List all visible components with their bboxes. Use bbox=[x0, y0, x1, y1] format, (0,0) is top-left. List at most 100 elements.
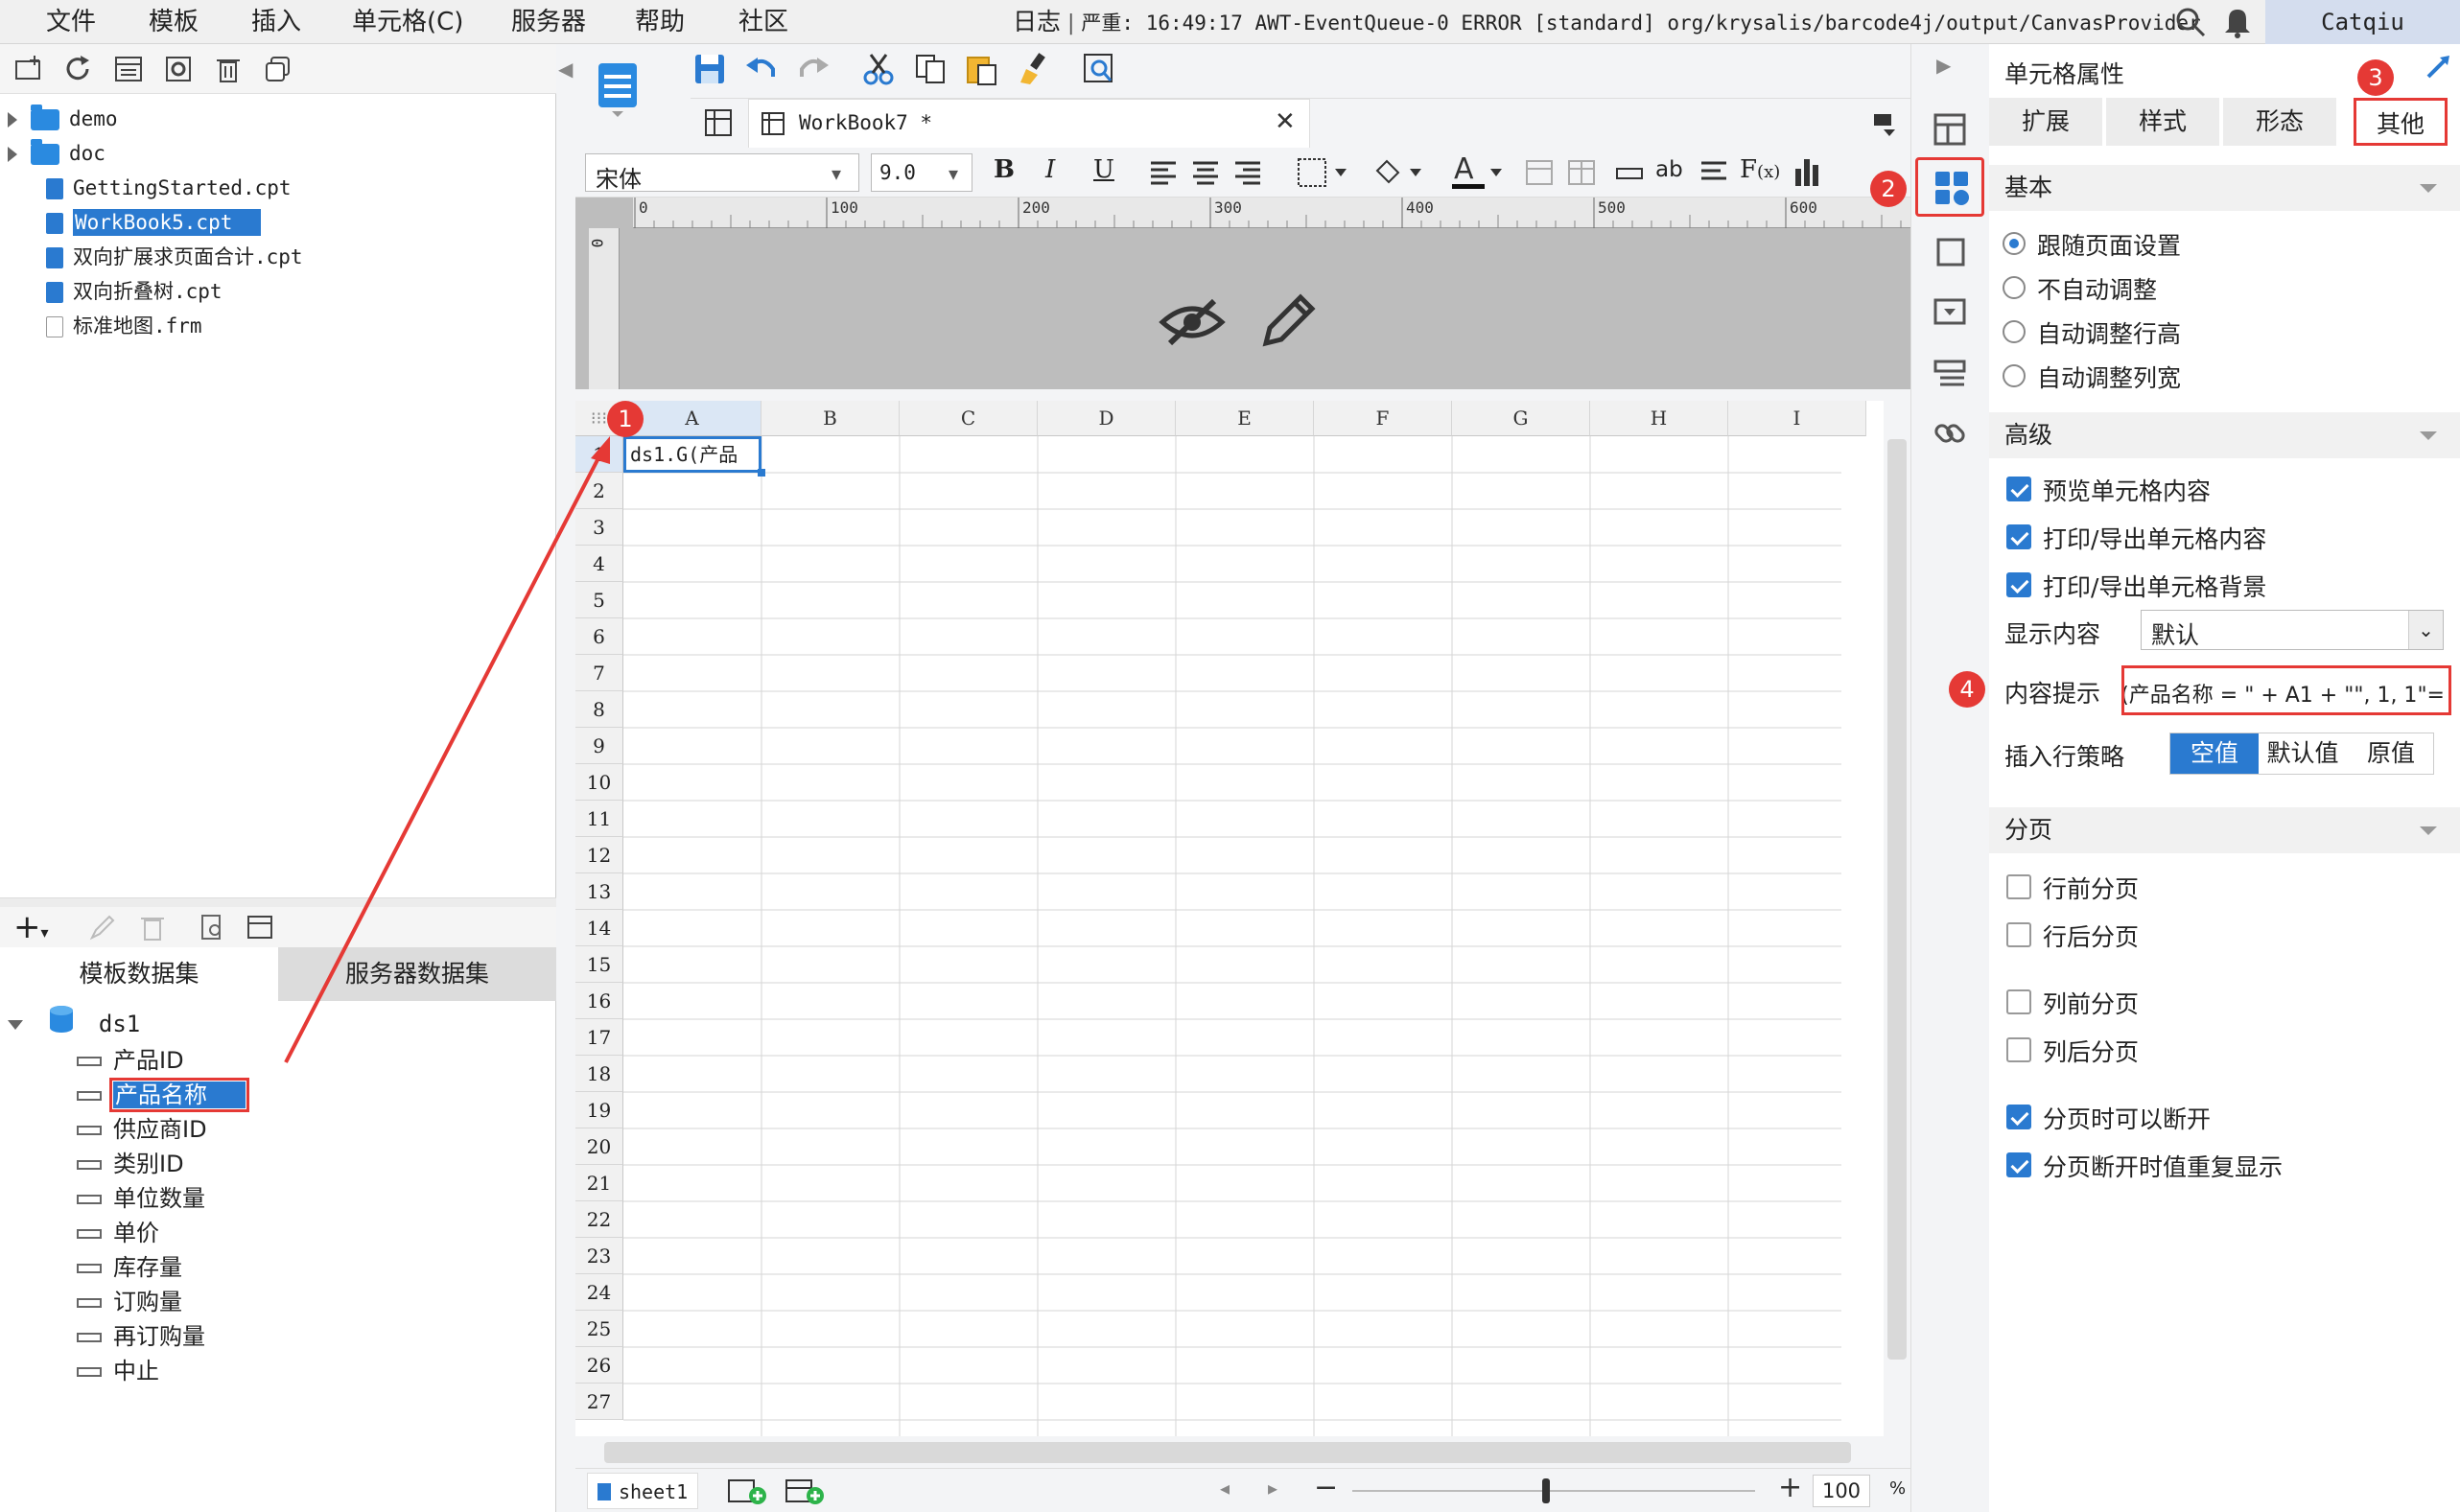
expand-right-icon[interactable]: ▶ bbox=[1936, 54, 1951, 77]
column-header-f[interactable]: F bbox=[1314, 401, 1452, 436]
tooltip-formula-input[interactable]: ="产品名称 = " + A1 + "", 1, 1) bbox=[2121, 665, 2451, 715]
zoom-slider-thumb[interactable] bbox=[1542, 1478, 1550, 1503]
cell-props-button[interactable] bbox=[1915, 157, 1984, 217]
preview-find-icon[interactable] bbox=[1082, 52, 1116, 86]
tab-other[interactable]: 其他 bbox=[2354, 98, 2448, 146]
field-item[interactable]: 订购量 bbox=[77, 1285, 545, 1319]
field-item[interactable]: 供应商ID bbox=[77, 1112, 545, 1147]
add-dashboard-sheet-icon[interactable] bbox=[785, 1477, 827, 1505]
check-break-before-row[interactable] bbox=[2006, 874, 2031, 899]
new-folder-icon[interactable] bbox=[13, 54, 44, 84]
tree-item-bidirectional-tree[interactable]: 双向折叠树.cpt bbox=[8, 274, 545, 309]
log-area[interactable]: 日志 | 严重: 16:49:17 AWT-EventQueue-0 ERROR… bbox=[1013, 0, 2201, 44]
fill-handle[interactable] bbox=[758, 469, 765, 477]
split-cell-icon[interactable] bbox=[1567, 159, 1596, 186]
cell-area[interactable]: ds1.G(产品 bbox=[623, 436, 1841, 1436]
row-header[interactable]: 8 bbox=[575, 691, 623, 728]
field-item-selected[interactable]: 产品名称 bbox=[77, 1078, 545, 1112]
field-item[interactable]: 单位数量 bbox=[77, 1181, 545, 1216]
tab-workbook7[interactable]: WorkBook7 * ✕ bbox=[748, 99, 1310, 149]
check-print-background[interactable] bbox=[2006, 572, 2031, 597]
formula-icon[interactable]: F(x) bbox=[1740, 155, 1780, 184]
column-header-g[interactable]: G bbox=[1452, 401, 1590, 436]
row-header[interactable]: 17 bbox=[575, 1019, 623, 1056]
insert-default-button[interactable]: 默认值 bbox=[2259, 733, 2347, 774]
vertical-scrollbar[interactable] bbox=[1884, 401, 1910, 1436]
row-header[interactable]: 10 bbox=[575, 764, 623, 801]
field-item[interactable]: 类别ID bbox=[77, 1147, 545, 1181]
insert-richtext-icon[interactable]: ab bbox=[1655, 157, 1683, 182]
horizontal-scrollbar[interactable] bbox=[575, 1436, 1910, 1468]
row-header[interactable]: 13 bbox=[575, 873, 623, 910]
tree-item-gettingstarted[interactable]: GettingStarted.cpt bbox=[8, 171, 545, 205]
link-icon[interactable] bbox=[1933, 416, 1969, 453]
menu-community[interactable]: 社区 bbox=[738, 0, 788, 44]
tab-template-dataset[interactable]: 模板数据集 bbox=[0, 947, 278, 1001]
copy-file-icon[interactable] bbox=[263, 54, 293, 84]
template-icon[interactable] bbox=[597, 61, 639, 119]
radio-follow-page[interactable] bbox=[2003, 232, 2026, 255]
row-header[interactable]: 14 bbox=[575, 910, 623, 946]
row-header[interactable]: 27 bbox=[575, 1384, 623, 1420]
insert-null-button[interactable]: 空值 bbox=[2170, 733, 2259, 774]
search-icon[interactable] bbox=[2174, 6, 2207, 38]
row-header[interactable]: 18 bbox=[575, 1056, 623, 1092]
check-preview-content[interactable] bbox=[2006, 477, 2031, 501]
font-size-select[interactable]: 9.0 ▾ bbox=[871, 153, 972, 192]
align-center-icon[interactable] bbox=[1191, 159, 1220, 186]
cut-icon[interactable] bbox=[861, 52, 896, 86]
radio-no-auto[interactable] bbox=[2003, 276, 2026, 299]
settings-file-icon[interactable] bbox=[163, 54, 194, 84]
dataset-params-icon[interactable] bbox=[246, 913, 274, 942]
row-header[interactable]: 20 bbox=[575, 1128, 623, 1165]
border-icon[interactable] bbox=[1297, 157, 1354, 188]
add-dataset-icon[interactable]: +▾ bbox=[13, 911, 49, 949]
pin-icon[interactable] bbox=[2425, 54, 2451, 81]
align-left-icon[interactable] bbox=[1149, 159, 1178, 186]
tab-server-dataset[interactable]: 服务器数据集 bbox=[278, 947, 556, 1001]
section-basic[interactable]: 基本 bbox=[1989, 165, 2460, 211]
collapse-left-icon[interactable]: ◀ bbox=[558, 58, 573, 86]
preview-dataset-icon[interactable] bbox=[198, 913, 226, 942]
delete-icon[interactable] bbox=[213, 54, 244, 84]
delete-dataset-icon[interactable] bbox=[138, 913, 167, 942]
tree-item-doc[interactable]: doc bbox=[8, 136, 545, 171]
grid-template-icon[interactable] bbox=[704, 108, 733, 137]
row-header[interactable]: 19 bbox=[575, 1092, 623, 1128]
align-right-icon[interactable] bbox=[1233, 159, 1262, 186]
edit-pencil-icon[interactable] bbox=[1258, 290, 1316, 351]
row-header[interactable]: 6 bbox=[575, 618, 623, 655]
condition-attr-icon[interactable] bbox=[1933, 295, 1969, 330]
paste-icon[interactable] bbox=[965, 52, 999, 86]
field-item[interactable]: 产品ID bbox=[77, 1043, 545, 1078]
check-print-content[interactable] bbox=[2006, 524, 2031, 549]
sheet-tab[interactable]: sheet1 bbox=[587, 1473, 699, 1509]
check-break-after-row[interactable] bbox=[2006, 922, 2031, 947]
row-header[interactable]: 1 bbox=[575, 436, 623, 473]
row-header[interactable]: 16 bbox=[575, 983, 623, 1019]
italic-icon[interactable]: I bbox=[1045, 155, 1055, 184]
merge-cell-icon[interactable] bbox=[1525, 159, 1554, 186]
bell-icon[interactable] bbox=[2223, 6, 2252, 38]
menu-cell[interactable]: 单元格(C) bbox=[352, 0, 463, 44]
next-sheet-icon[interactable]: ▸ bbox=[1268, 1477, 1277, 1500]
column-header-b[interactable]: B bbox=[761, 401, 900, 436]
row-header[interactable]: 26 bbox=[575, 1347, 623, 1384]
template-props-icon[interactable] bbox=[1933, 111, 1969, 150]
menu-help[interactable]: 帮助 bbox=[635, 0, 685, 44]
bold-icon[interactable]: B bbox=[994, 155, 1015, 184]
row-header[interactable]: 11 bbox=[575, 801, 623, 837]
user-name[interactable]: Catqiu bbox=[2265, 0, 2460, 44]
tree-item-demo[interactable]: demo bbox=[8, 102, 545, 136]
refresh-icon[interactable] bbox=[63, 54, 94, 84]
column-header-i[interactable]: I bbox=[1728, 401, 1866, 436]
tab-form[interactable]: 形态 bbox=[2223, 98, 2336, 146]
column-header-e[interactable]: E bbox=[1176, 401, 1314, 436]
row-header[interactable]: 2 bbox=[575, 473, 623, 509]
scroll-thumb[interactable] bbox=[1887, 439, 1907, 1360]
font-color-icon[interactable]: A bbox=[1450, 151, 1510, 192]
check-break-after-col[interactable] bbox=[2006, 1037, 2031, 1062]
radio-auto-row-height[interactable] bbox=[2003, 320, 2026, 343]
insert-original-button[interactable]: 原值 bbox=[2347, 733, 2435, 774]
row-header[interactable]: 9 bbox=[575, 728, 623, 764]
